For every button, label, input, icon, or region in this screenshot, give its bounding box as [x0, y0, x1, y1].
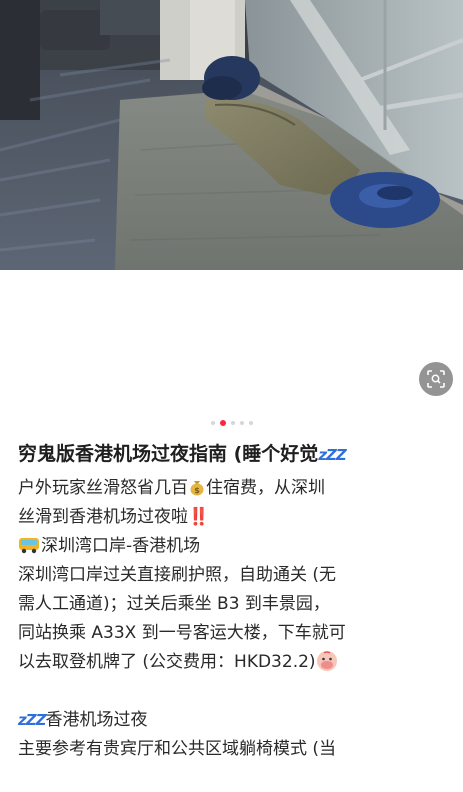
body-line: 丝滑到香港机场过夜啦‼️: [18, 503, 450, 532]
body-line: zZZ香港机场过夜: [18, 706, 450, 735]
body-text-segment: 丝滑到香港机场过夜啦: [18, 507, 188, 527]
svg-text:$: $: [194, 486, 200, 495]
money-bag-icon: $: [190, 481, 204, 496]
post-detail-page: 穷鬼版香港机场过夜指南 (睡个好觉zZZ 户外玩家丝滑怒省几百 $ 住宿费，从深圳 …: [0, 0, 463, 792]
body-line: 深圳湾口岸-香港机场: [18, 532, 450, 561]
body-text-segment: 深圳湾口岸-香港机场: [41, 536, 201, 556]
post-body: 户外玩家丝滑怒省几百 $ 住宿费，从深圳 丝滑到香港机场过夜啦‼️ 深圳湾口岸-香港…: [18, 474, 450, 764]
post-title-text: 穷鬼版香港机场过夜指南 (睡个好觉: [18, 443, 319, 465]
double-exclamation-icon: ‼️: [188, 507, 209, 527]
sick-face-icon: [316, 651, 337, 671]
post-image[interactable]: [0, 0, 463, 270]
body-line: 以去取登机牌了 (公交费用：HKD32.2): [18, 648, 450, 677]
pagination-dot-active[interactable]: [219, 420, 226, 426]
zzz-icon: zZZ: [318, 446, 347, 464]
body-text-segment: 香港机场过夜: [45, 710, 148, 730]
body-text-segment: 住宿费，从深圳: [206, 478, 325, 498]
pagination-dot[interactable]: [210, 421, 215, 425]
bus-icon: [19, 538, 39, 554]
post-content: 穷鬼版香港机场过夜指南 (睡个好觉zZZ 户外玩家丝滑怒省几百 $ 住宿费，从深圳 …: [18, 437, 450, 764]
zzz-icon: zZZ: [18, 711, 47, 729]
body-text-segment: 以去取登机牌了 (公交费用：HKD32.2): [18, 652, 316, 672]
body-line: 主要参考有贵宾厅和公共区域躺椅模式 (当: [18, 739, 337, 759]
body-line: 户外玩家丝滑怒省几百 $ 住宿费，从深圳: [18, 474, 450, 503]
scan-search-icon: [427, 370, 445, 388]
image-pagination: [0, 419, 463, 427]
body-text-segment: 户外玩家丝滑怒省几百: [18, 478, 188, 498]
body-line: 需人工通道)；过关后乘坐 B3 到丰景园，: [18, 594, 330, 614]
pagination-dot[interactable]: [248, 421, 253, 425]
body-line: 深圳湾口岸过关直接刷护照，自助通关 (无: [18, 565, 337, 585]
image-search-button[interactable]: [419, 362, 453, 396]
airport-sleeping-photo: [0, 0, 463, 270]
pagination-dot[interactable]: [230, 421, 235, 425]
pagination-dot[interactable]: [239, 421, 244, 425]
body-line: 同站换乘 A33X 到一号客运大楼，下车就可: [18, 623, 346, 643]
post-title: 穷鬼版香港机场过夜指南 (睡个好觉zZZ: [18, 437, 450, 472]
